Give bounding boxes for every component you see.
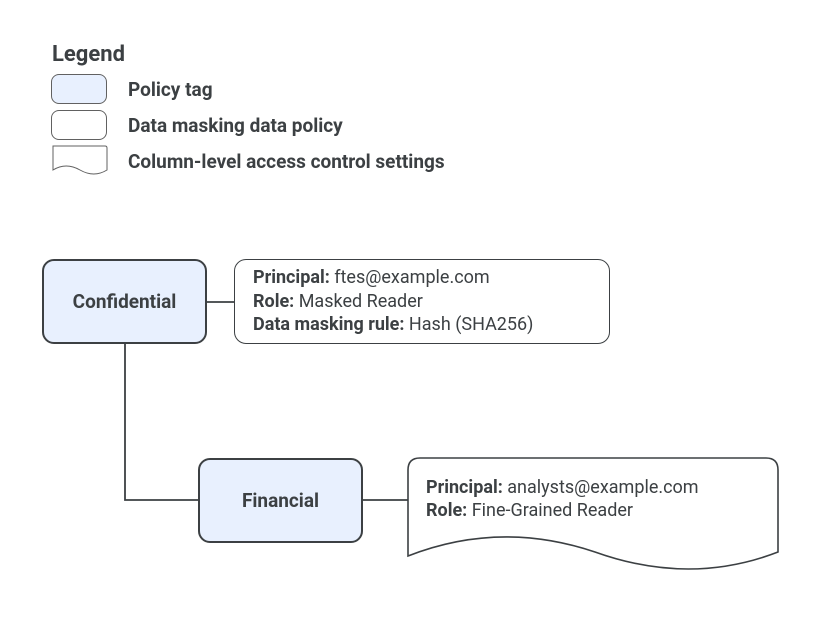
node-confidential-label: Confidential xyxy=(73,290,177,313)
legend-label-acl: Column-level access control settings xyxy=(128,150,445,173)
legend-swatch-acl xyxy=(53,146,107,174)
node-masking-policy: Principal: ftes@example.com Role: Masked… xyxy=(234,259,610,344)
masking-principal-key: Principal: xyxy=(253,267,330,288)
legend-label-policy-tag: Policy tag xyxy=(128,78,213,101)
node-confidential: Confidential xyxy=(42,259,207,344)
masking-role-value: Masked Reader xyxy=(294,291,423,312)
acl-role-key-ov: Role: xyxy=(426,500,467,521)
legend-title: Legend xyxy=(52,42,125,67)
connector-confidential-to-financial xyxy=(125,344,198,500)
acl-principal-value-ov: analysts@example.com xyxy=(503,477,699,498)
node-financial: Financial xyxy=(198,458,363,543)
masking-row-principal: Principal: ftes@example.com xyxy=(253,266,591,289)
masking-row-rule: Data masking rule: Hash (SHA256) xyxy=(253,313,591,336)
node-acl-policy-text-overlay: Principal: analysts@example.com Role: Fi… xyxy=(426,476,766,523)
masking-rule-value: Hash (SHA256) xyxy=(404,314,533,335)
acl-row-principal-ov: Principal: analysts@example.com xyxy=(426,476,766,499)
acl-row-role-ov: Role: Fine-Grained Reader xyxy=(426,499,766,522)
acl-principal-key-ov: Principal: xyxy=(426,477,503,498)
legend-swatch-data-masking xyxy=(51,110,107,140)
diagram-canvas: Legend Policy tag Data masking data poli… xyxy=(0,0,820,640)
masking-role-key: Role: xyxy=(253,291,294,312)
acl-role-value-ov: Fine-Grained Reader xyxy=(467,500,633,521)
legend-label-data-masking: Data masking data policy xyxy=(128,114,343,137)
masking-row-role: Role: Masked Reader xyxy=(253,290,591,313)
masking-rule-key: Data masking rule: xyxy=(253,314,404,335)
node-financial-label: Financial xyxy=(242,489,319,512)
masking-principal-value: ftes@example.com xyxy=(330,267,490,288)
legend-swatch-policy-tag xyxy=(51,74,107,104)
